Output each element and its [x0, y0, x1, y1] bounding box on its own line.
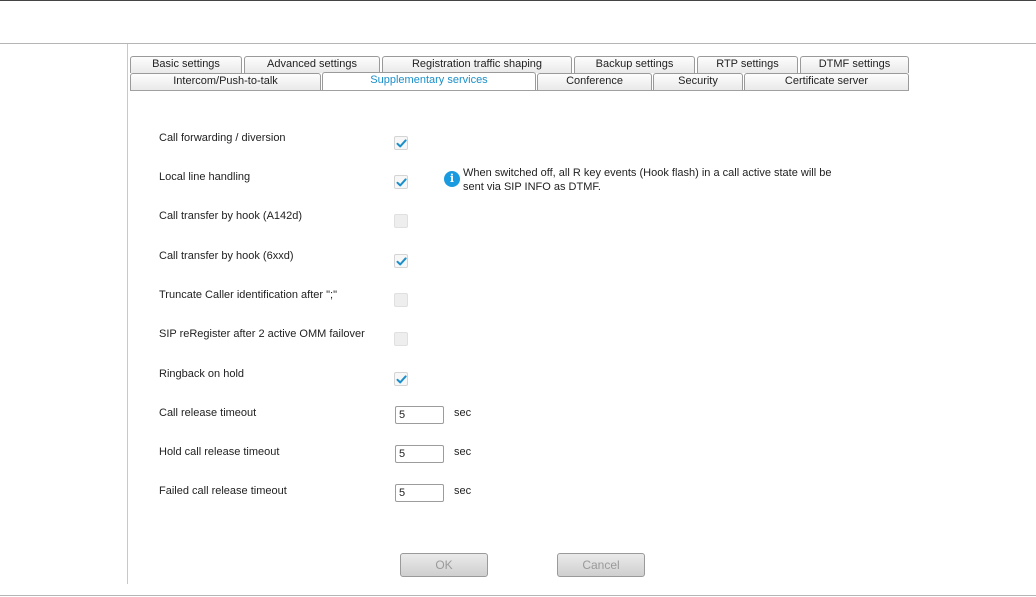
tab-basic-settings[interactable]: Basic settings [130, 56, 242, 73]
ringback-on-hold-label: Ringback on hold [159, 368, 245, 380]
call-forwarding-checkbox[interactable] [394, 136, 408, 150]
hold-call-release-timeout-input[interactable] [395, 445, 444, 463]
call-transfer-a142d-checkbox[interactable] [394, 214, 408, 228]
cancel-button[interactable]: Cancel [557, 553, 645, 577]
tab-conference[interactable]: Conference [537, 73, 652, 90]
checkmark-icon [396, 257, 407, 266]
tab-dtmf-settings[interactable]: DTMF settings [800, 56, 909, 73]
call-release-timeout-unit: sec [454, 407, 472, 419]
call-forwarding-label: Call forwarding / diversion [159, 132, 286, 144]
tab-certificate-server[interactable]: Certificate server [744, 73, 909, 90]
hold-call-release-timeout-label: Hold call release timeout [159, 446, 280, 458]
checkmark-icon [396, 178, 407, 187]
hold-call-release-timeout-unit: sec [454, 446, 472, 458]
ok-button[interactable]: OK [400, 553, 488, 577]
local-line-info-text: When switched off, all R key events (Hoo… [463, 167, 832, 193]
failed-call-release-timeout-label: Failed call release timeout [159, 485, 287, 497]
tab-strip-baseline [130, 90, 909, 91]
tab-advanced-settings[interactable]: Advanced settings [244, 56, 380, 73]
content-frame-bottom [0, 595, 1036, 596]
checkmark-icon [396, 375, 407, 384]
local-line-handling-checkbox[interactable] [394, 175, 408, 189]
content-frame-top [0, 43, 1036, 44]
local-line-handling-label: Local line handling [159, 171, 251, 183]
truncate-caller-id-checkbox[interactable] [394, 293, 408, 307]
call-release-timeout-label: Call release timeout [159, 407, 257, 419]
call-transfer-6xxd-checkbox[interactable] [394, 254, 408, 268]
call-transfer-6xxd-label: Call transfer by hook (6xxd) [159, 250, 294, 262]
content-frame-left [127, 44, 128, 584]
failed-call-release-timeout-unit: sec [454, 485, 472, 497]
tab-backup-settings[interactable]: Backup settings [574, 56, 695, 73]
ringback-on-hold-checkbox[interactable] [394, 372, 408, 386]
top-border [0, 0, 1036, 1]
info-icon: i [444, 171, 460, 187]
checkmark-icon [396, 139, 407, 148]
truncate-caller-id-label: Truncate Caller identification after ";" [159, 289, 337, 301]
tab-security[interactable]: Security [653, 73, 743, 90]
sip-reregister-label: SIP reRegister after 2 active OMM failov… [159, 328, 365, 340]
call-transfer-a142d-label: Call transfer by hook (A142d) [159, 210, 303, 222]
tab-registration-traffic-shaping[interactable]: Registration traffic shaping [382, 56, 572, 73]
tab-intercom-push-to-talk[interactable]: Intercom/Push-to-talk [130, 73, 321, 90]
failed-call-release-timeout-input[interactable] [395, 484, 444, 502]
call-release-timeout-input[interactable] [395, 406, 444, 424]
sip-reregister-checkbox[interactable] [394, 332, 408, 346]
tab-supplementary-services[interactable]: Supplementary services [322, 72, 536, 90]
tab-rtp-settings[interactable]: RTP settings [697, 56, 798, 73]
